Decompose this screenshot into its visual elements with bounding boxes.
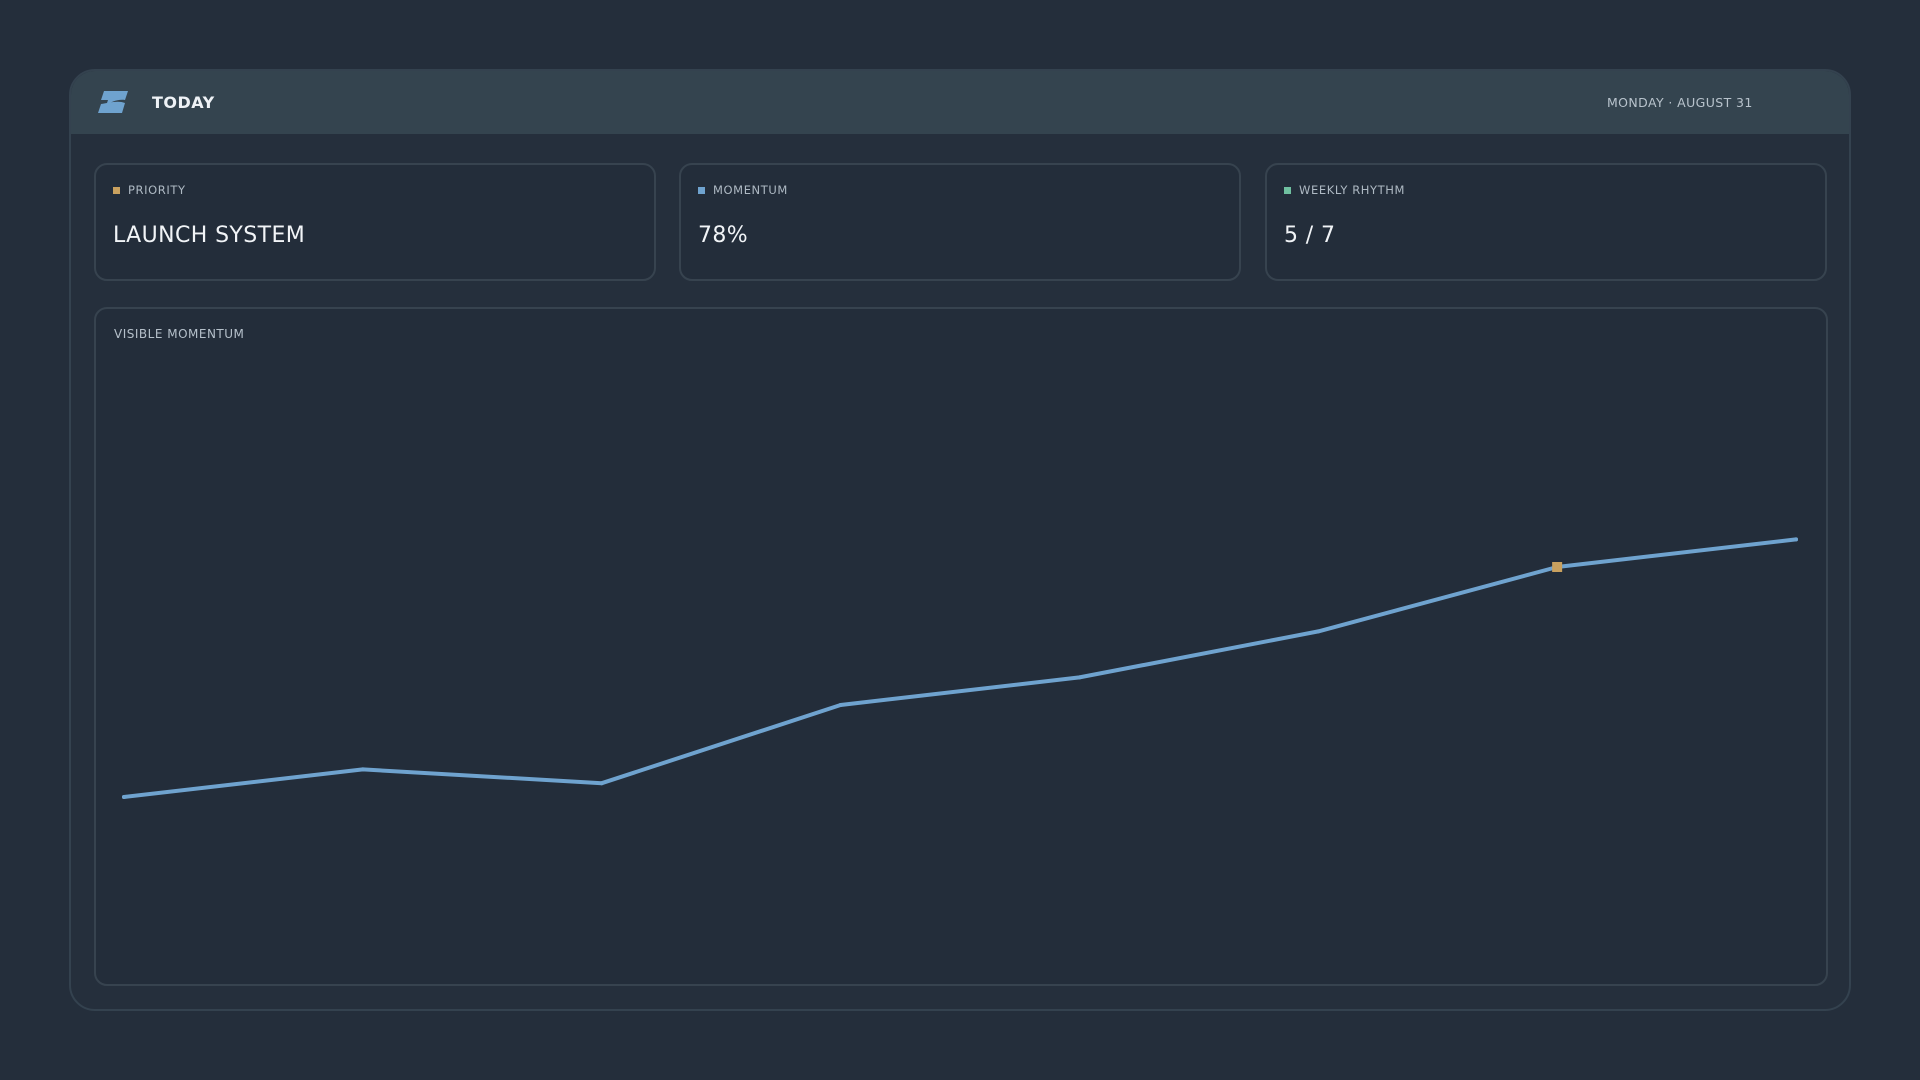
momentum-value: 78% (698, 223, 749, 248)
momentum-card: MOMENTUM 78% (679, 163, 1241, 281)
priority-value: LAUNCH SYSTEM (113, 223, 306, 248)
app-window: TODAY MONDAY · AUGUST 31 PRIORITY LAUNCH… (69, 69, 1851, 1011)
date-label: MONDAY · AUGUST 31 (1607, 95, 1753, 110)
data-point (1316, 629, 1321, 634)
priority-card: PRIORITY LAUNCH SYSTEM (94, 163, 656, 281)
weekly-rhythm-card: WEEKLY RHYTHM 5 / 7 (1265, 163, 1827, 281)
weekly-rhythm-label: WEEKLY RHYTHM (1299, 183, 1406, 197)
data-point (599, 781, 604, 786)
momentum-swatch-icon (698, 186, 705, 194)
data-point (838, 703, 843, 707)
momentum-line-chart (122, 537, 1798, 799)
momentum-chart-panel: VISIBLE MOMENTUM (94, 307, 1828, 986)
momentum-label: MOMENTUM (713, 183, 788, 197)
page-title: TODAY (152, 93, 215, 112)
stripe-logo-icon (98, 91, 128, 113)
data-point (360, 767, 365, 772)
data-point (122, 795, 126, 799)
data-point (1077, 675, 1082, 680)
weekly-rhythm-value: 5 / 7 (1284, 223, 1336, 248)
weekly-rhythm-swatch-icon (1284, 186, 1291, 194)
momentum-series-line (122, 537, 1798, 799)
priority-label: PRIORITY (128, 183, 186, 197)
priority-swatch-icon (113, 186, 120, 194)
highlighted-data-point (1552, 562, 1563, 572)
data-point (1794, 537, 1798, 542)
top-bar: TODAY MONDAY · AUGUST 31 (71, 71, 1849, 134)
